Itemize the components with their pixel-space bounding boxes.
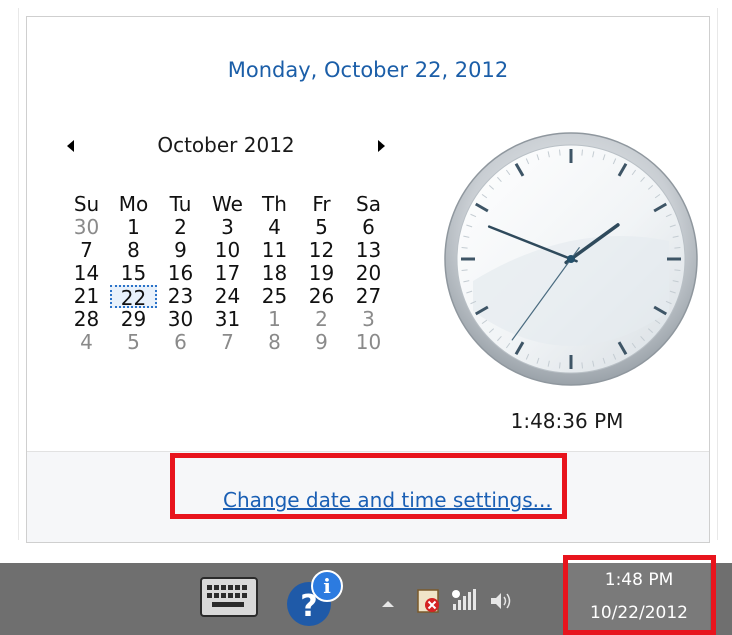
weekday-header: Th: [262, 192, 287, 216]
calendar-day[interactable]: 2: [298, 308, 345, 331]
calendar-day[interactable]: 3: [204, 216, 251, 239]
calendar-day[interactable]: 12: [298, 239, 345, 262]
calendar-day[interactable]: 6: [157, 331, 204, 354]
calendar-day[interactable]: 18: [251, 262, 298, 285]
next-month-arrow-icon[interactable]: [378, 140, 385, 152]
weekday-header: We: [212, 192, 243, 216]
calendar-day[interactable]: 1: [251, 308, 298, 331]
calendar-day[interactable]: 1: [110, 216, 157, 239]
link-highlight-box: [170, 453, 567, 519]
calendar-day[interactable]: 28: [63, 308, 110, 331]
weekday-header: Su: [73, 192, 100, 216]
calendar-day[interactable]: 4: [63, 331, 110, 354]
analog-clock: [443, 131, 703, 391]
calendar-day[interactable]: 7: [63, 239, 110, 262]
weekday-header: Tu: [169, 192, 192, 216]
clock-minute-tick: [559, 362, 561, 369]
calendar-day[interactable]: 6: [345, 216, 392, 239]
network-signal-icon[interactable]: [450, 588, 478, 618]
calendar-day[interactable]: 23: [157, 285, 204, 308]
calendar-day[interactable]: 27: [345, 285, 392, 308]
calendar-day-today[interactable]: 22: [110, 285, 157, 310]
calendar-day[interactable]: 16: [157, 262, 204, 285]
calendar-day[interactable]: 15: [110, 262, 157, 285]
clock-minute-tick: [461, 247, 468, 249]
clock-center-pin: [567, 255, 575, 263]
calendar-day[interactable]: 5: [110, 331, 157, 354]
clock-minute-tick: [674, 247, 681, 249]
calendar-day[interactable]: 21: [63, 285, 110, 308]
calendar-day[interactable]: 30: [157, 308, 204, 331]
calendar-day[interactable]: 13: [345, 239, 392, 262]
calendar-day[interactable]: 8: [110, 239, 157, 262]
calendar-day[interactable]: 14: [63, 262, 110, 285]
clock-face-icon: [444, 132, 698, 386]
calendar-day[interactable]: 9: [157, 239, 204, 262]
month-title[interactable]: October 2012: [67, 133, 385, 157]
screen: Monday, October 22, 2012 October 2012 Su…: [0, 0, 732, 635]
calendar-day[interactable]: 4: [251, 216, 298, 239]
calendar-day[interactable]: 9: [298, 331, 345, 354]
calendar-day[interactable]: 25: [251, 285, 298, 308]
clock-minute-tick: [559, 149, 561, 156]
calendar-day[interactable]: 7: [204, 331, 251, 354]
calendar-day[interactable]: 29: [110, 308, 157, 331]
calendar-day[interactable]: 19: [298, 262, 345, 285]
clock-minute-tick: [674, 269, 681, 271]
calendar-day[interactable]: 10: [345, 331, 392, 354]
calendar-day[interactable]: 10: [204, 239, 251, 262]
calendar-day[interactable]: 8: [251, 331, 298, 354]
calendar-day[interactable]: 26: [298, 285, 345, 308]
weekday-header: Sa: [356, 192, 381, 216]
weekday-header: Mo: [118, 192, 149, 216]
calendar-day[interactable]: 24: [204, 285, 251, 308]
previous-month-arrow-icon[interactable]: [67, 140, 74, 152]
calendar-day[interactable]: 30: [63, 216, 110, 239]
clock-minute-tick: [581, 362, 583, 369]
calendar-grid: Su Mo Tu We Th Fr Sa 30 1 2 3 4 5 6 7 8 9 10 11 12 13 14 15 16 1…: [63, 193, 393, 354]
calendar-day[interactable]: 20: [345, 262, 392, 285]
calendar-day[interactable]: 11: [251, 239, 298, 262]
clock-highlight-box: [563, 555, 716, 635]
calendar-day[interactable]: 2: [157, 216, 204, 239]
help-icon[interactable]: ? i: [285, 566, 345, 634]
volume-icon[interactable]: [488, 589, 514, 617]
svg-text:i: i: [323, 574, 331, 598]
calendar-day[interactable]: 31: [204, 308, 251, 331]
show-hidden-icons-arrow-icon[interactable]: [382, 601, 394, 607]
digital-time: 1:48:36 PM: [510, 409, 624, 433]
calendar-day[interactable]: 5: [298, 216, 345, 239]
clock-minute-tick: [581, 149, 583, 156]
long-date-heading[interactable]: Monday, October 22, 2012: [27, 58, 709, 82]
calendar-header: October 2012: [67, 133, 385, 163]
clock-minute-tick: [461, 269, 468, 271]
keyboard-icon[interactable]: [200, 577, 258, 621]
calendar-day[interactable]: 3: [345, 308, 392, 331]
action-center-icon[interactable]: [416, 588, 442, 618]
weekday-header: Fr: [312, 192, 331, 216]
calendar-day[interactable]: 17: [204, 262, 251, 285]
